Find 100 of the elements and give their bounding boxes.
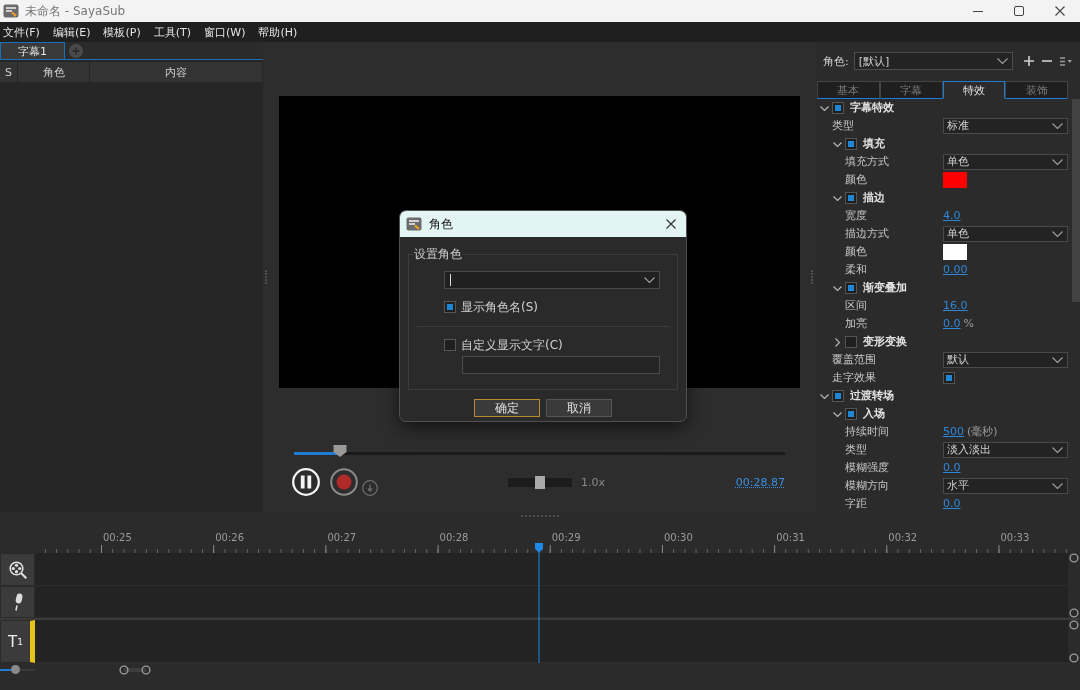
menu-item[interactable]: 模板(P) <box>103 24 141 40</box>
tab[interactable]: 字幕1 <box>0 42 65 59</box>
property-label: 颜色 <box>845 173 867 187</box>
column-header: 角色 <box>18 62 90 82</box>
property-label: 模糊方向 <box>845 479 889 493</box>
property-label: 颜色 <box>845 245 867 259</box>
time-label: 00:29 <box>551 532 581 543</box>
chevron-down-icon[interactable] <box>833 285 842 291</box>
property-label: 填充方式 <box>845 155 889 169</box>
plus-icon[interactable] <box>1023 56 1034 66</box>
time-label: 00:26 <box>215 532 244 543</box>
dropdown[interactable]: 水平 <box>943 478 1068 494</box>
chevron-right-icon[interactable] <box>835 337 840 347</box>
property-label: 描边方式 <box>845 227 889 241</box>
minus-icon[interactable] <box>1041 60 1052 62</box>
chevron-down-icon <box>1052 159 1063 165</box>
value-link[interactable]: 0.0 <box>943 317 961 331</box>
time-label: 00:25 <box>103 532 132 543</box>
dialog-button[interactable]: 取消 <box>546 399 612 417</box>
dialog-button[interactable]: 确定 <box>474 399 540 417</box>
chevron-down-icon[interactable] <box>820 393 829 399</box>
menu-item[interactable]: 编辑(E) <box>52 24 91 40</box>
tab[interactable]: 字幕 <box>879 81 943 99</box>
tab[interactable]: 基本 <box>817 81 880 99</box>
property-label: 持续时间 <box>845 425 889 439</box>
checkbox[interactable] <box>845 192 857 204</box>
property-label: 柔和 <box>845 263 867 277</box>
checkbox-label[interactable]: 自定义显示文字(C) <box>461 336 563 354</box>
chevron-down-icon[interactable] <box>833 141 842 147</box>
unit-label: (毫秒) <box>967 425 998 439</box>
unit-label: % <box>963 317 974 331</box>
scrollbar-thumb[interactable] <box>1072 99 1080 302</box>
record-icon <box>330 468 358 496</box>
app-icon <box>3 3 19 19</box>
tab[interactable]: 特效 <box>942 81 1006 99</box>
group-label: 渐变叠加 <box>863 281 907 295</box>
property-label: 走字效果 <box>832 371 876 385</box>
value-link[interactable]: 4.0 <box>943 209 961 223</box>
group-label: 设置角色 <box>413 247 463 261</box>
app-icon <box>406 216 422 232</box>
role-combo-field[interactable] <box>444 271 660 289</box>
dropdown[interactable]: 淡入淡出 <box>943 442 1068 458</box>
checkbox[interactable] <box>444 339 456 351</box>
seek-thumb[interactable] <box>333 445 348 457</box>
chevron-down-icon <box>1052 357 1063 363</box>
menu-item[interactable]: 工具(T) <box>153 24 191 40</box>
chevron-down-icon[interactable] <box>833 195 842 201</box>
chevron-down-icon[interactable] <box>820 105 829 111</box>
checkbox[interactable] <box>845 138 857 150</box>
time-label: 00:33 <box>1000 532 1030 543</box>
color-swatch[interactable] <box>943 172 967 188</box>
tab[interactable]: 装饰 <box>1005 81 1068 99</box>
property-label: 类型 <box>845 443 867 457</box>
pause-icon <box>292 468 320 496</box>
value-link[interactable]: 0.00 <box>943 263 968 277</box>
checkbox[interactable] <box>832 390 844 402</box>
down-arrow-circle-icon[interactable] <box>362 480 378 496</box>
chevron-down-icon <box>1052 123 1063 129</box>
film-reel-icon <box>8 560 27 579</box>
pause-button[interactable] <box>292 468 320 496</box>
list-menu-icon[interactable] <box>1059 56 1072 66</box>
record-button[interactable] <box>330 468 358 496</box>
role-dropdown[interactable]: [默认] <box>853 52 1013 70</box>
color-swatch[interactable] <box>943 244 967 260</box>
value-link[interactable]: 16.0 <box>943 299 968 313</box>
group-label: 描边 <box>863 191 885 205</box>
resize-handle-icon[interactable] <box>1069 553 1079 563</box>
checkbox[interactable] <box>845 336 857 348</box>
menu-item[interactable]: 文件(F) <box>3 24 40 40</box>
checkbox[interactable] <box>832 102 844 114</box>
close-icon <box>1054 6 1065 16</box>
property-label: 宽度 <box>845 209 867 223</box>
checkbox[interactable] <box>444 301 456 313</box>
dropdown[interactable]: 单色 <box>943 226 1068 242</box>
speed-slider-track[interactable] <box>508 477 572 487</box>
checkbox[interactable] <box>845 282 857 294</box>
value-link[interactable]: 0.0 <box>943 461 961 475</box>
dropdown[interactable]: 标准 <box>943 118 1068 134</box>
time-label: 00:30 <box>663 532 693 543</box>
time-display[interactable]: 00:28.87 <box>735 475 785 489</box>
speed-thumb[interactable] <box>535 475 545 489</box>
group-label: 变形变换 <box>863 335 907 349</box>
text-input[interactable] <box>462 356 660 374</box>
maximize-icon <box>1013 6 1024 16</box>
playhead[interactable] <box>534 543 545 663</box>
time-label: 00:31 <box>776 532 805 543</box>
value-link[interactable]: 0.0 <box>943 497 961 511</box>
property-label: 类型 <box>832 119 854 133</box>
checkbox-label[interactable]: 显示角色名(S) <box>461 298 538 316</box>
checkbox[interactable] <box>845 408 857 420</box>
dropdown[interactable]: 默认 <box>943 352 1068 368</box>
menu-item[interactable]: 帮助(H) <box>258 24 298 40</box>
resize-handle-icon[interactable] <box>1069 653 1079 663</box>
checkbox[interactable] <box>943 372 955 384</box>
menu-item[interactable]: 窗口(W) <box>204 24 246 40</box>
chevron-down-icon[interactable] <box>833 411 842 417</box>
value-link[interactable]: 500 <box>943 425 964 439</box>
zoom-slider-knob[interactable] <box>11 665 21 674</box>
scroll-thumb[interactable] <box>119 665 151 675</box>
dropdown[interactable]: 单色 <box>943 154 1068 170</box>
